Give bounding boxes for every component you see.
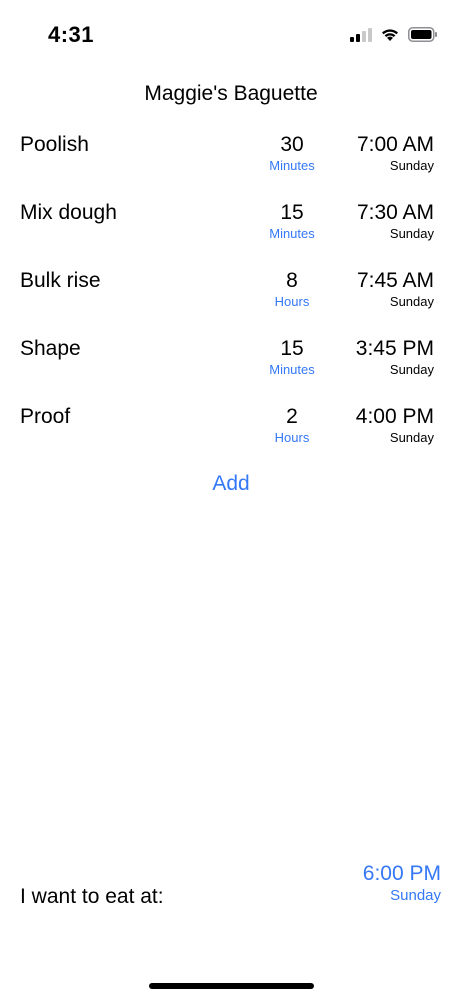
status-bar: 4:31: [0, 0, 462, 70]
duration-unit[interactable]: Minutes: [252, 362, 332, 378]
duration-value: 15: [280, 337, 304, 360]
duration-unit[interactable]: Hours: [252, 294, 332, 310]
eat-time-picker[interactable]: 6:00 PM Sunday: [363, 862, 441, 905]
duration-unit[interactable]: Minutes: [252, 226, 332, 242]
step-duration[interactable]: 2 Hours: [252, 405, 332, 446]
duration-value: 15: [280, 201, 304, 224]
step-start-time: 4:00 PM Sunday: [356, 405, 434, 446]
duration-value: 30: [280, 133, 304, 156]
duration-value: 8: [286, 269, 298, 292]
start-day: Sunday: [389, 226, 434, 241]
eat-day-value[interactable]: Sunday: [363, 887, 441, 905]
step-duration[interactable]: 8 Hours: [252, 269, 332, 310]
step-name[interactable]: Poolish: [20, 133, 89, 157]
duration-unit[interactable]: Minutes: [252, 158, 332, 174]
start-time-value: 3:45 PM: [355, 337, 434, 360]
step-name[interactable]: Proof: [20, 405, 70, 429]
start-time-value: 7:00 AM: [356, 133, 434, 156]
step-name[interactable]: Bulk rise: [20, 269, 101, 293]
battery-icon: [408, 27, 438, 47]
start-time-value: 7:45 AM: [356, 269, 434, 292]
status-time: 4:31: [48, 22, 95, 47]
duration-unit[interactable]: Hours: [252, 430, 332, 446]
wifi-icon: [380, 27, 400, 47]
cellular-signal-icon: [350, 27, 372, 47]
step-duration[interactable]: 15 Minutes: [252, 201, 332, 242]
step-start-time: 7:30 AM Sunday: [357, 201, 434, 242]
step-start-time: 3:45 PM Sunday: [356, 337, 434, 378]
step-row-bulk-rise: Bulk rise 8 Hours 7:45 AM Sunday: [0, 266, 462, 334]
steps-list: Poolish 30 Minutes 7:00 AM Sunday Mix do…: [0, 130, 462, 470]
step-duration[interactable]: 30 Minutes: [252, 133, 332, 174]
step-start-time: 7:45 AM Sunday: [357, 269, 434, 310]
start-day: Sunday: [389, 158, 434, 173]
step-row-shape: Shape 15 Minutes 3:45 PM Sunday: [0, 334, 462, 402]
step-row-proof: Proof 2 Hours 4:00 PM Sunday: [0, 402, 462, 470]
step-name[interactable]: Mix dough: [20, 201, 117, 225]
step-duration[interactable]: 15 Minutes: [252, 337, 332, 378]
start-day: Sunday: [389, 362, 434, 377]
start-time-value: 4:00 PM: [355, 405, 434, 428]
eat-time-label: I want to eat at:: [20, 885, 164, 908]
step-row-poolish: Poolish 30 Minutes 7:00 AM Sunday: [0, 130, 462, 198]
add-step-button[interactable]: Add: [0, 472, 462, 496]
duration-value: 2: [286, 405, 298, 428]
home-indicator[interactable]: [149, 983, 314, 989]
step-start-time: 7:00 AM Sunday: [357, 133, 434, 174]
step-name[interactable]: Shape: [20, 337, 81, 361]
start-day: Sunday: [389, 294, 434, 309]
status-icons: [350, 27, 438, 47]
start-day: Sunday: [389, 430, 434, 445]
start-time-value: 7:30 AM: [356, 201, 434, 224]
step-row-mix-dough: Mix dough 15 Minutes 7:30 AM Sunday: [0, 198, 462, 266]
eat-time-value[interactable]: 6:00 PM: [363, 862, 441, 886]
recipe-title: Maggie's Baguette: [144, 82, 318, 105]
